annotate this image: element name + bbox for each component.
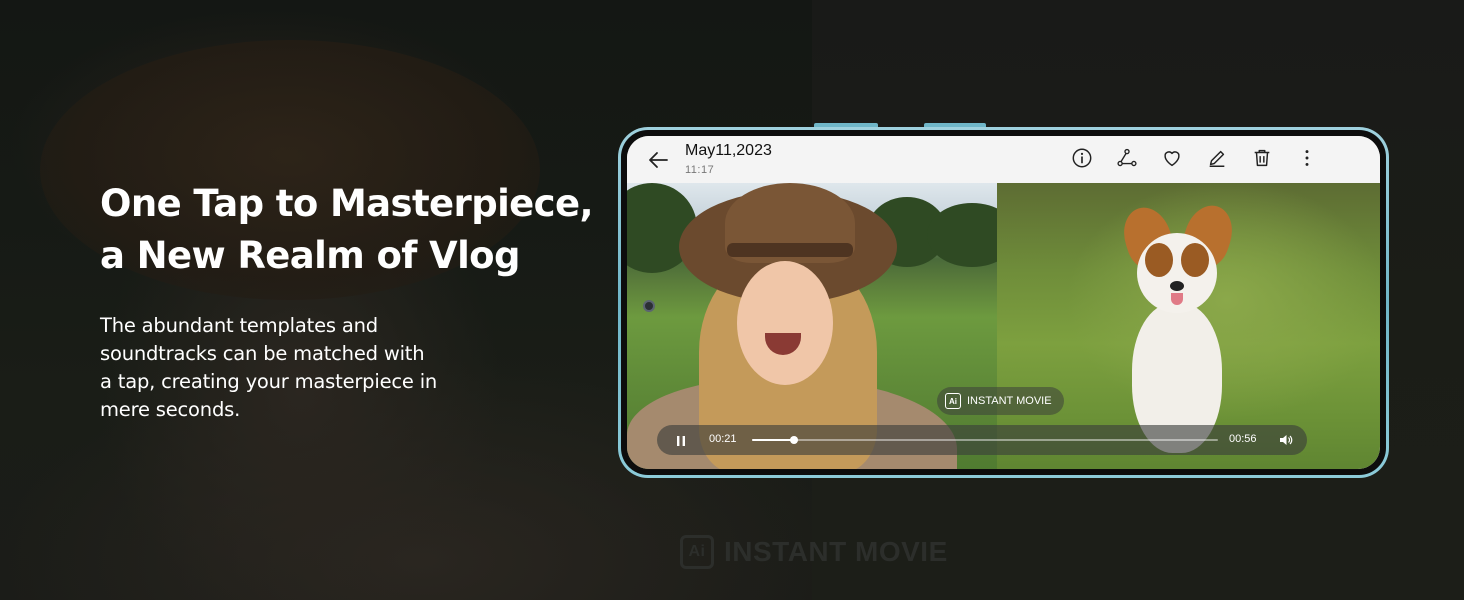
body-line-2: soundtracks can be matched with: [100, 342, 425, 365]
volume-icon: [1280, 435, 1293, 445]
heart-icon: [1164, 151, 1180, 167]
seek-bar-thumb[interactable]: [789, 436, 798, 444]
instant-movie-label: INSTANT MOVIE: [967, 395, 1052, 407]
headline-line-2: a New Realm of Vlog: [100, 234, 520, 277]
instant-movie-button[interactable]: Ai INSTANT MOVIE: [937, 387, 1064, 415]
photo-date: May11,2023: [685, 142, 772, 159]
ai-icon: Ai: [945, 393, 961, 409]
video-player-controls: 00:21 00:56: [657, 425, 1307, 455]
favorite-button[interactable]: [1160, 146, 1184, 170]
phone-side-button: [924, 123, 986, 127]
info-button[interactable]: [1070, 146, 1094, 170]
pause-button[interactable]: [675, 434, 687, 446]
share-button[interactable]: [1115, 146, 1139, 170]
ai-icon: Ai: [680, 535, 714, 569]
current-time: 00:21: [709, 433, 737, 445]
trash-icon: [1254, 149, 1270, 167]
body-copy: The abundant templates and soundtracks c…: [100, 312, 480, 424]
more-vertical-icon: [1305, 150, 1309, 166]
hat-band: [727, 243, 853, 257]
body-line-1: The abundant templates and: [100, 314, 378, 337]
total-time: 00:56: [1229, 433, 1257, 445]
gallery-screen: May11,2023 11:17 Ai INSTANT MOVIE 00:21 …: [627, 136, 1380, 469]
edit-button[interactable]: [1205, 146, 1229, 170]
back-arrow-icon[interactable]: [647, 148, 671, 172]
photo-time: 11:17: [685, 164, 715, 176]
info-icon: [1072, 148, 1092, 168]
volume-button[interactable]: [1279, 433, 1293, 447]
seek-bar-progress: [752, 439, 794, 441]
pause-icon: [677, 436, 685, 446]
phone-device: May11,2023 11:17 Ai INSTANT MOVIE 00:21 …: [618, 123, 1389, 478]
seek-bar[interactable]: [752, 436, 1218, 444]
headline-line-1: One Tap to Masterpiece,: [100, 182, 594, 225]
headline: One Tap to Masterpiece, a New Realm of V…: [100, 178, 620, 282]
person-face: [737, 261, 833, 385]
background-watermark: Ai INSTANT MOVIE: [680, 532, 948, 572]
gallery-actions: [1070, 146, 1319, 170]
body-line-4: mere seconds.: [100, 398, 241, 421]
more-button[interactable]: [1295, 146, 1319, 170]
phone-bezel: May11,2023 11:17 Ai INSTANT MOVIE 00:21 …: [621, 130, 1386, 475]
body-line-3: a tap, creating your masterpiece in: [100, 370, 438, 393]
dog-face-patch: [1181, 243, 1209, 277]
dog-tongue: [1171, 293, 1183, 305]
dog-face-patch: [1145, 243, 1173, 277]
delete-button[interactable]: [1250, 146, 1274, 170]
gallery-top-bar: May11,2023 11:17: [627, 136, 1380, 183]
watermark-label: INSTANT MOVIE: [724, 536, 948, 567]
front-camera: [643, 300, 655, 312]
phone-side-button: [814, 123, 878, 127]
share-icon: [1117, 148, 1137, 167]
dog-nose: [1170, 281, 1184, 291]
edit-icon: [1209, 150, 1225, 167]
